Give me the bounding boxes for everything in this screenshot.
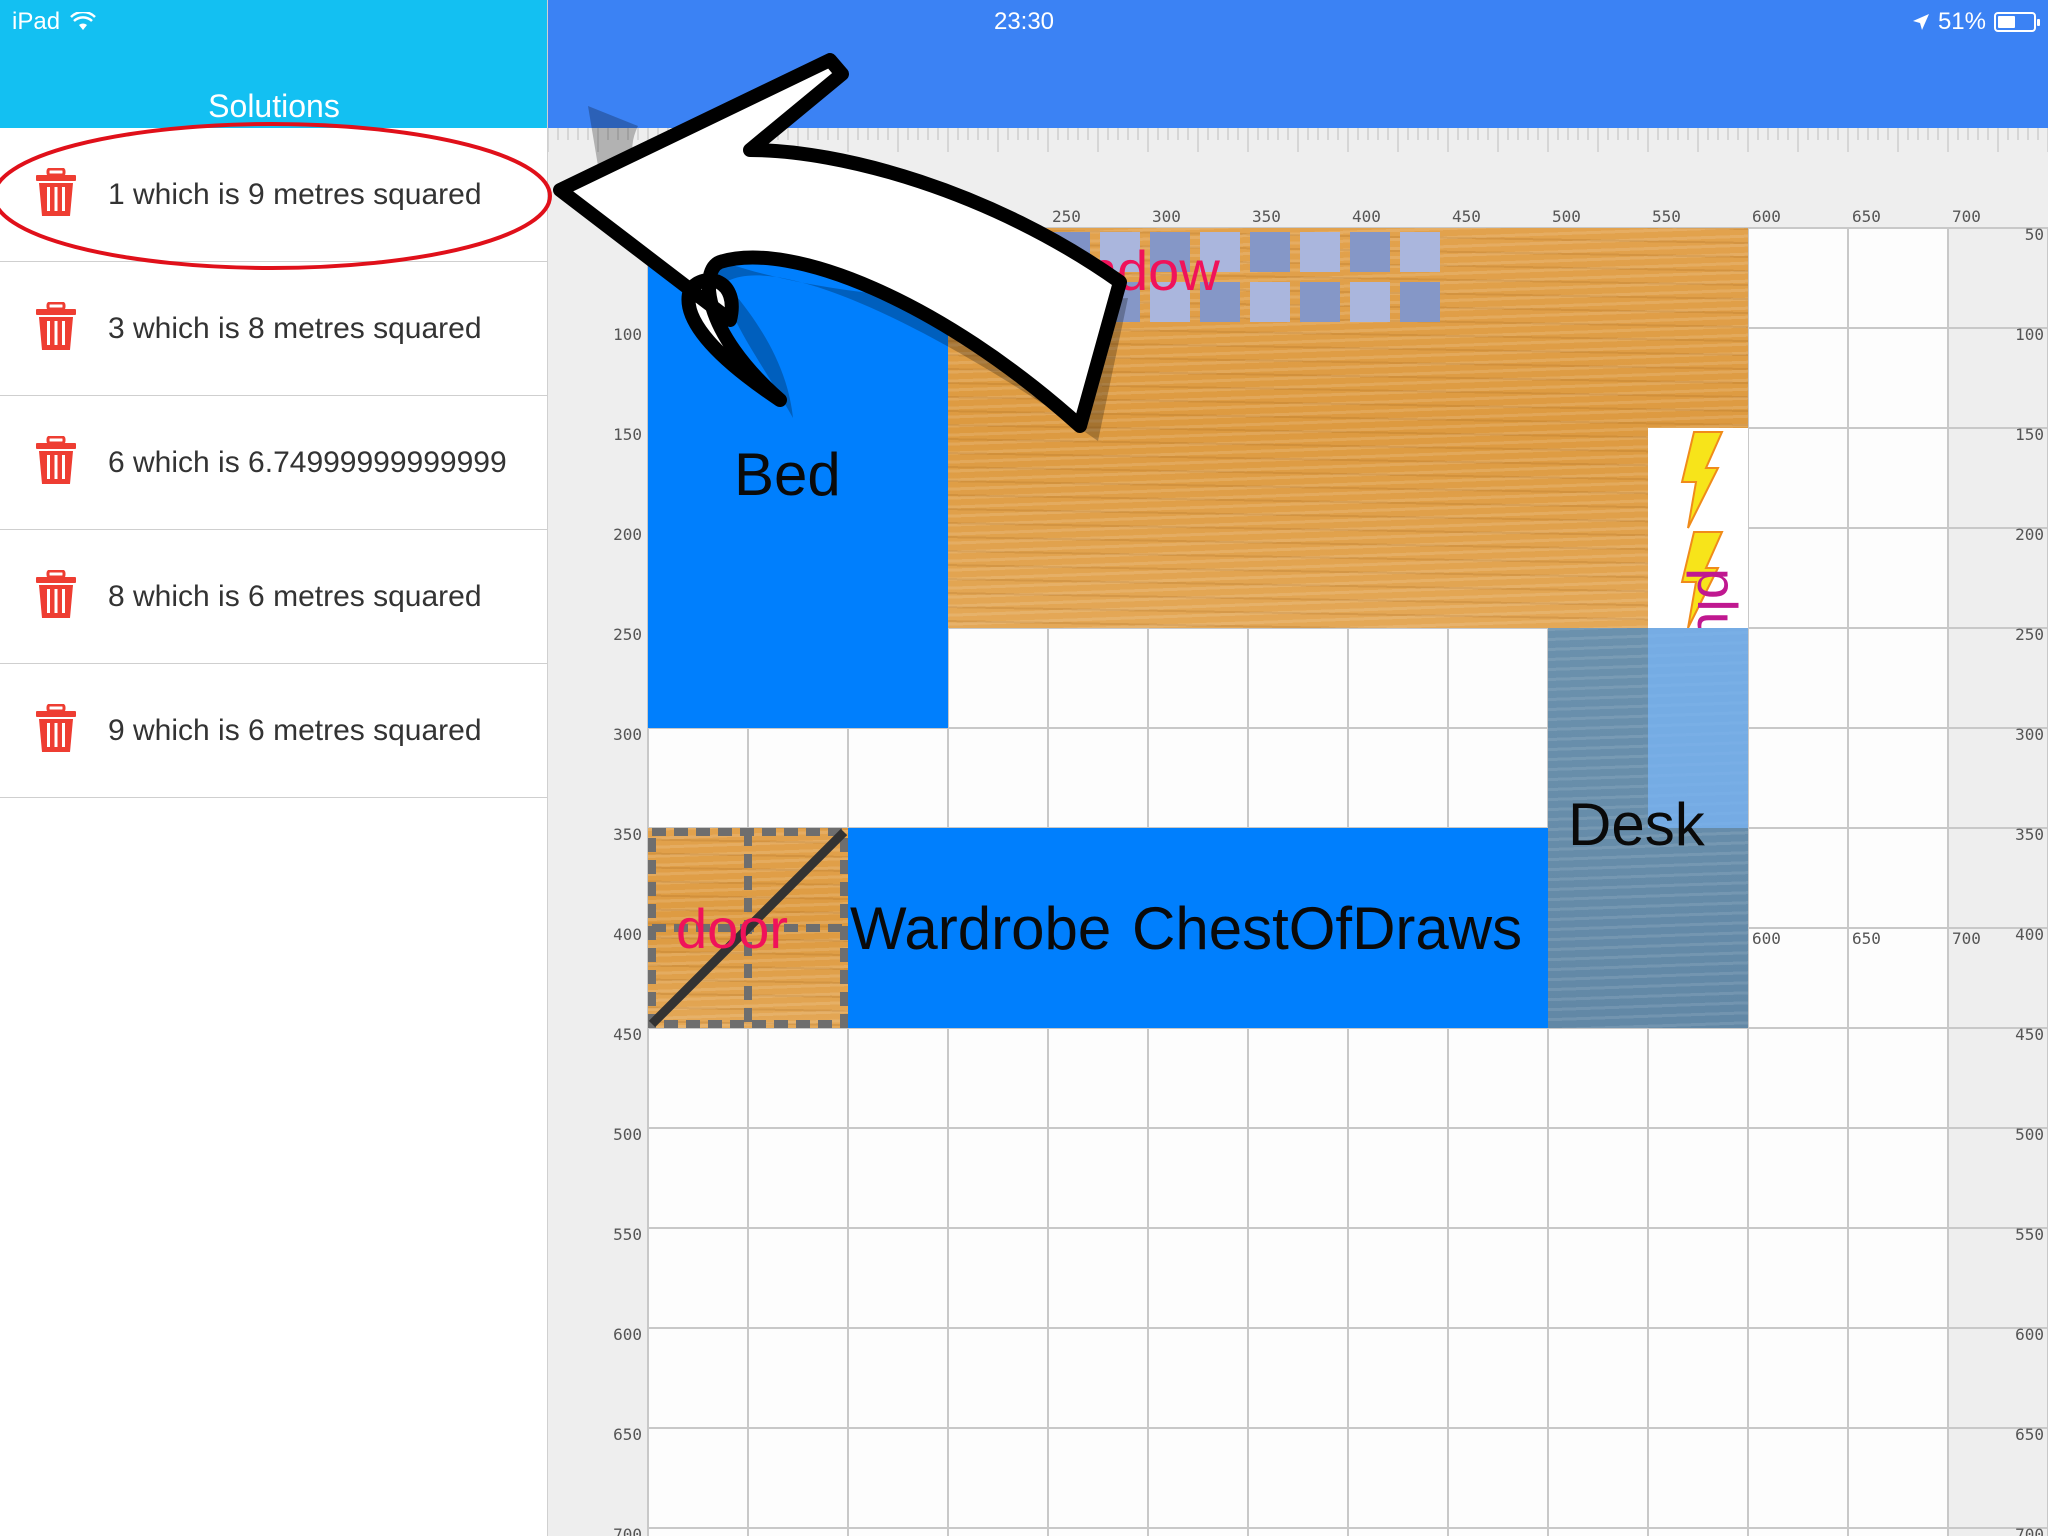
ruler-label-right: 550 (2015, 1225, 2044, 1244)
chest-of-drawers-label: ChestOfDraws (1132, 895, 1523, 962)
ruler-label-right: 400 (2015, 925, 2044, 944)
window-label: window (1033, 239, 1220, 302)
ruler-label-right: 250 (2015, 625, 2044, 644)
ruler-label-right: 500 (2015, 1125, 2044, 1144)
bed[interactable]: Bed (648, 228, 948, 728)
ruler-label-top: 50 (652, 207, 671, 226)
ruler-label-right: 100 (2015, 325, 2044, 344)
door[interactable]: door (648, 828, 848, 1028)
battery-percent: 51% (1937, 8, 1986, 35)
ruler-label-right: 600 (2015, 1325, 2044, 1344)
ruler-label-right: 200 (2015, 525, 2044, 544)
ruler-label-left: 50 (623, 225, 642, 244)
location-arrow-icon (1912, 14, 1929, 30)
ruler-label-top: 100 (752, 207, 781, 226)
door-label: door (676, 897, 789, 960)
solution-label: 3 which is 8 metres squared (108, 312, 482, 345)
trash-icon[interactable] (34, 436, 78, 486)
ruler-label-inner: 600 (1752, 929, 1781, 948)
ruler-label-top: 650 (1852, 207, 1881, 226)
ruler-label-top: 700 (1952, 207, 1981, 226)
solution-item[interactable]: 9 which is 6 metres squared (0, 664, 547, 798)
clock: 23:30 (993, 8, 1055, 35)
ruler-label-left: 600 (613, 1325, 642, 1344)
ruler-label-inner: 650 (1852, 929, 1881, 948)
wardrobe-label: Wardrobe (850, 895, 1112, 962)
chest-of-drawers[interactable]: ChestOfDraws (1128, 828, 1548, 1028)
ruler-label-left: 150 (613, 425, 642, 444)
solution-label: 8 which is 6 metres squared (108, 580, 482, 613)
wardrobe[interactable]: Wardrobe (848, 828, 1148, 1028)
ruler-label-left: 500 (613, 1125, 642, 1144)
ruler-label-top: 150 (852, 207, 881, 226)
ruler-label-right: 50 (2025, 225, 2044, 244)
ruler-label-right: 350 (2015, 825, 2044, 844)
ruler-label-right: 150 (2015, 425, 2044, 444)
solution-item[interactable]: 1 which is 9 metres squared (0, 128, 547, 262)
solution-label: 9 which is 6 metres squared (108, 714, 482, 747)
ruler-label-left: 700 (613, 1525, 642, 1536)
ruler-label-right: 450 (2015, 1025, 2044, 1044)
ruler-label-left: 100 (613, 325, 642, 344)
ruler-label-left: 400 (613, 925, 642, 944)
ruler-label-right: 300 (2015, 725, 2044, 744)
status-bar: iPad 23:30 51% (0, 0, 2048, 40)
ruler-label-left: 200 (613, 525, 642, 544)
ruler-label-left: 450 (613, 1025, 642, 1044)
solution-item[interactable]: 6 which is 6.74999999999999 (0, 396, 547, 530)
ruler-label-top: 200 (952, 207, 981, 226)
ruler-label-left: 650 (613, 1425, 642, 1444)
sidebar-title: Solutions (208, 88, 340, 124)
ruler-label-right: 650 (2015, 1425, 2044, 1444)
room-plan-canvas[interactable]: 50 100 150 200 250 300 350 400 450 500 550 600 650 70… (548, 128, 2048, 1536)
solution-label: 6 which is 6.74999999999999 (108, 446, 507, 479)
ruler-label-top: 350 (1252, 207, 1281, 226)
ruler-label-left: 550 (613, 1225, 642, 1244)
ruler-label-left: 350 (613, 825, 642, 844)
solutions-list: 1 which is 9 metres squared 3 which is 8… (0, 128, 547, 798)
ruler-label-top: 550 (1652, 207, 1681, 226)
solution-label: 1 which is 9 metres squared (108, 178, 482, 211)
ruler-label-top: 400 (1352, 207, 1381, 226)
ruler-label-left: 300 (613, 725, 642, 744)
trash-icon[interactable] (34, 168, 78, 218)
ruler-label-left: 250 (613, 625, 642, 644)
ruler-label-right: 700 (2015, 1525, 2044, 1536)
ruler-label-top: 600 (1752, 207, 1781, 226)
bed-label: Bed (734, 441, 841, 508)
solution-item[interactable]: 3 which is 8 metres squared (0, 262, 547, 396)
ruler-label-top: 450 (1452, 207, 1481, 226)
trash-icon[interactable] (34, 570, 78, 620)
solutions-sidebar: Solutions 1 which is 9 metres squared 3 … (0, 0, 548, 1536)
battery-icon (1994, 12, 2040, 32)
desk-label: Desk (1568, 791, 1705, 858)
ruler-label-top: 250 (1052, 207, 1081, 226)
trash-icon[interactable] (34, 704, 78, 754)
ruler-label-top: 500 (1552, 207, 1581, 226)
solution-item[interactable]: 8 which is 6 metres squared (0, 530, 547, 664)
battery-level-fill (1998, 16, 2016, 28)
ruler-label-inner: 700 (1952, 929, 1981, 948)
trash-icon[interactable] (34, 302, 78, 352)
window[interactable]: window (948, 230, 1448, 326)
ruler-label-top: 300 (1152, 207, 1181, 226)
desk[interactable]: Desk (1548, 628, 1748, 1028)
